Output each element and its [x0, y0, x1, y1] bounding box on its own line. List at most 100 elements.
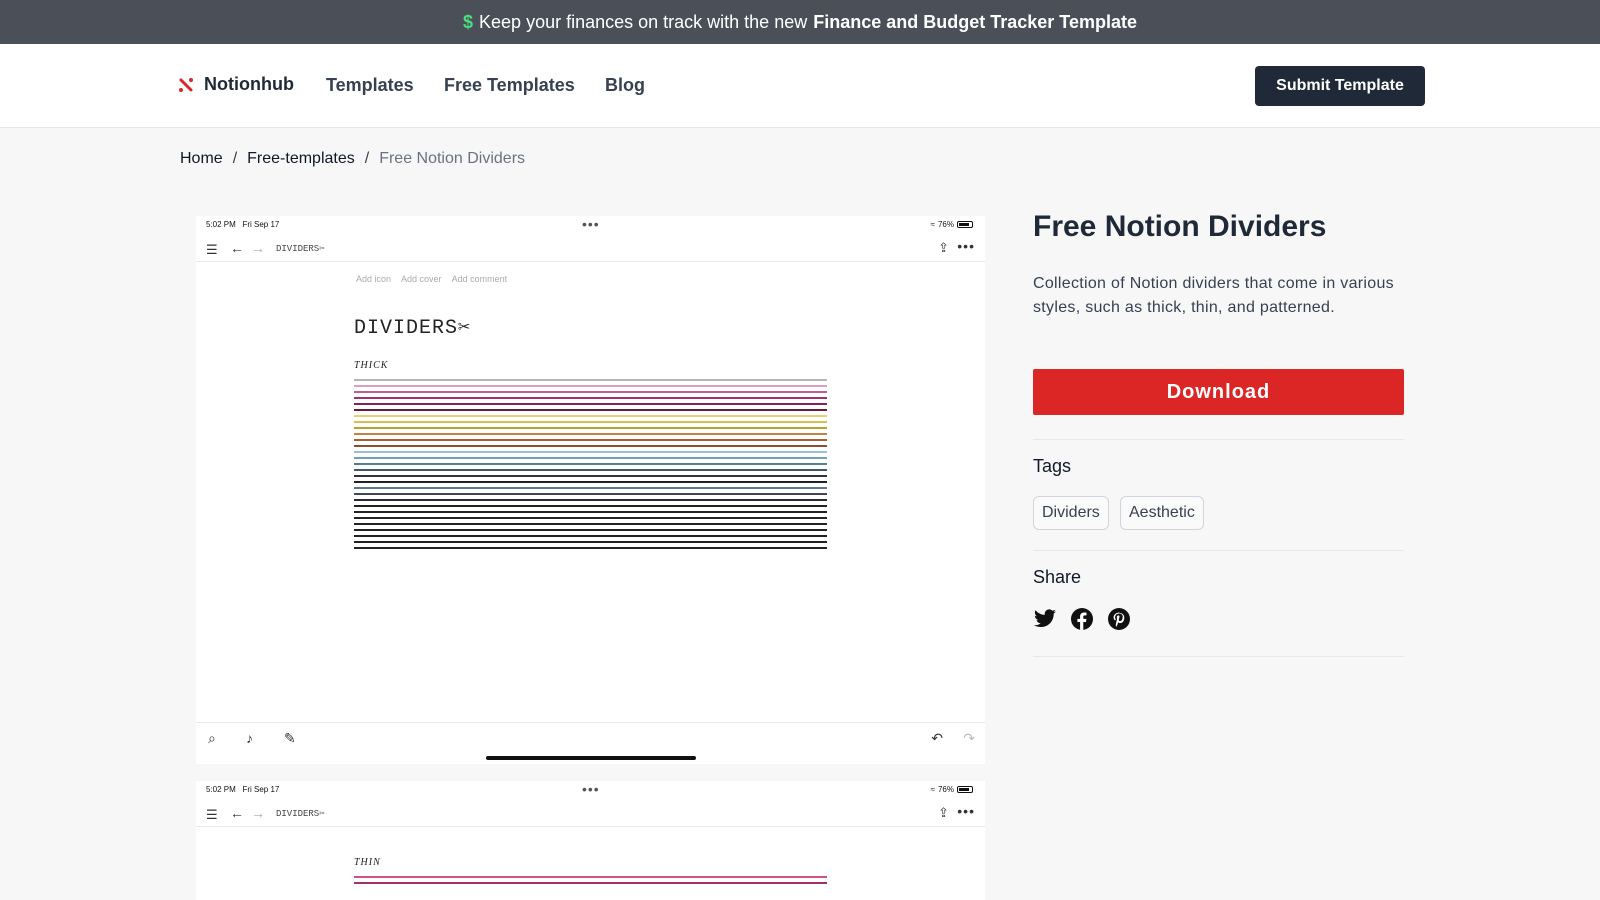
- forward-arrow-icon: →: [251, 240, 265, 256]
- battery-indicator: ≈ 76%: [931, 785, 973, 794]
- status-time: 5:02 PM: [206, 220, 236, 229]
- submit-template-button[interactable]: Submit Template: [1255, 66, 1425, 106]
- divider-line: [354, 439, 827, 441]
- battery-indicator: ≈ 76%: [931, 220, 973, 229]
- section-label-thick: THICK: [354, 360, 389, 371]
- more-icon: •••: [957, 803, 975, 819]
- wifi-icon: ≈: [930, 220, 935, 229]
- breadcrumb-free-templates[interactable]: Free-templates: [247, 150, 355, 168]
- divider: [1033, 550, 1404, 551]
- divider-line: [354, 535, 827, 537]
- divider-line: [354, 523, 827, 525]
- divider-line: [354, 433, 827, 435]
- product-description: Collection of Notion dividers that come …: [1033, 275, 1394, 316]
- thin-dividers: [354, 876, 827, 888]
- divider-line: [354, 469, 827, 471]
- undo-icon: ↶: [931, 730, 943, 746]
- facebook-icon[interactable]: [1070, 607, 1094, 631]
- battery-icon: [957, 221, 973, 228]
- more-dots-icon: •••: [582, 216, 600, 232]
- divider-line: [354, 876, 827, 878]
- banner-text: Keep your finances on track with the new: [479, 11, 808, 32]
- status-bar: 5:02 PM Fri Sep 17: [206, 785, 279, 794]
- logo-text: Notionhub: [204, 74, 294, 94]
- app-toolbar: ☰ ← → DIVIDERS✂ ⇪ •••: [196, 236, 985, 262]
- logo[interactable]: Notionhub: [178, 74, 294, 95]
- breadcrumb-home[interactable]: Home: [180, 150, 223, 168]
- breadcrumb-separator: /: [364, 150, 370, 167]
- divider-line: [354, 505, 827, 507]
- divider-line: [354, 547, 827, 549]
- more-icon: •••: [957, 238, 975, 254]
- announcement-banner[interactable]: $ Keep your finances on track with the n…: [0, 0, 1600, 44]
- tag-dividers[interactable]: Dividers: [1033, 496, 1109, 530]
- forward-arrow-icon: →: [251, 805, 265, 821]
- nav-link-blog[interactable]: Blog: [605, 75, 645, 96]
- dollar-icon: $: [463, 11, 474, 32]
- status-time: 5:02 PM: [206, 785, 236, 794]
- back-arrow-icon: ←: [230, 240, 244, 256]
- doc-title: DIVIDERS✂: [354, 317, 472, 340]
- tag-aesthetic[interactable]: Aesthetic: [1120, 496, 1204, 530]
- search-icon: ⌕: [208, 730, 216, 746]
- divider-line: [354, 517, 827, 519]
- page-actions: Add icon Add cover Add comment: [356, 274, 507, 284]
- divider-line: [354, 487, 827, 489]
- divider-line: [354, 529, 827, 531]
- notionhub-logo-icon: [179, 77, 193, 92]
- add-comment-action: Add comment: [451, 274, 508, 284]
- status-date: Fri Sep 17: [242, 785, 280, 794]
- page-name: DIVIDERS✂: [276, 244, 325, 254]
- download-button[interactable]: Download: [1033, 369, 1404, 415]
- divider-line: [354, 421, 827, 423]
- divider-line: [354, 541, 827, 543]
- divider-line: [354, 403, 827, 405]
- divider: [1033, 656, 1404, 657]
- thick-dividers: [354, 379, 827, 553]
- add-icon-action: Add icon: [356, 274, 392, 284]
- breadcrumb: Home / Free-templates / Free Notion Divi…: [180, 150, 525, 168]
- app-toolbar: ☰ ← → DIVIDERS✂ ⇪ •••: [196, 801, 985, 827]
- divider-line: [354, 385, 827, 387]
- menu-icon: ☰: [206, 242, 218, 257]
- share-icon: ⇪: [938, 805, 949, 820]
- divider-line: [354, 391, 827, 393]
- pinterest-icon[interactable]: [1107, 607, 1131, 631]
- top-navigation: Notionhub Templates Free Templates Blog …: [0, 44, 1600, 128]
- battery-percent: 76%: [937, 220, 954, 229]
- divider: [1033, 439, 1404, 440]
- divider-line: [354, 397, 827, 399]
- nav-link-templates[interactable]: Templates: [326, 75, 414, 96]
- divider-line: [354, 475, 827, 477]
- share-heading: Share: [1033, 567, 1082, 587]
- redo-icon: ↷: [963, 730, 975, 746]
- battery-percent: 76%: [937, 785, 954, 794]
- more-dots-icon: •••: [582, 781, 600, 797]
- divider-line: [354, 379, 827, 381]
- menu-icon: ☰: [206, 807, 218, 822]
- tags-heading: Tags: [1033, 456, 1072, 476]
- breadcrumb-current: Free Notion Dividers: [379, 150, 526, 167]
- divider-line: [354, 882, 827, 884]
- divider-line: [354, 409, 827, 411]
- divider-line: [354, 427, 827, 429]
- banner-highlight-link[interactable]: Finance and Budget Tracker Template: [813, 12, 1137, 33]
- divider-line: [354, 445, 827, 447]
- divider-line: [354, 457, 827, 459]
- home-indicator: [486, 756, 696, 760]
- breadcrumb-separator: /: [232, 150, 238, 167]
- bell-icon: ♪: [246, 730, 253, 746]
- nav-link-free-templates[interactable]: Free Templates: [444, 75, 575, 96]
- share-icon: ⇪: [938, 240, 949, 255]
- status-date: Fri Sep 17: [242, 220, 280, 229]
- divider-line: [354, 481, 827, 483]
- back-arrow-icon: ←: [230, 805, 244, 821]
- battery-icon: [957, 786, 973, 793]
- preview-image-thick: 5:02 PM Fri Sep 17 ••• ≈ 76% ☰ ← → DIVID…: [196, 216, 985, 764]
- add-cover-action: Add cover: [401, 274, 442, 284]
- divider-line: [354, 451, 827, 453]
- wifi-icon: ≈: [930, 785, 935, 794]
- divider-line: [354, 511, 827, 513]
- twitter-icon[interactable]: [1033, 607, 1057, 631]
- compose-icon: ✎: [284, 730, 296, 746]
